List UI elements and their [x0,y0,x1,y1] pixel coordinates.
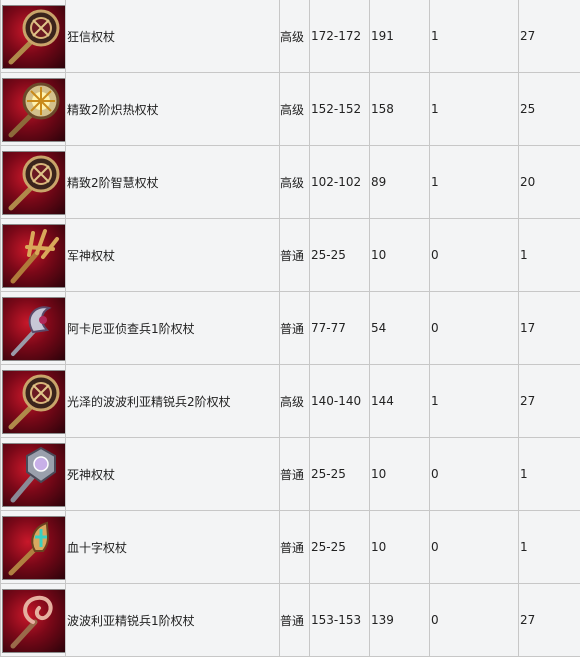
item-stat-2: 0 [429,291,519,365]
item-name: 军神权杖 [65,218,280,292]
item-name: 精致2阶智慧权杖 [65,145,280,219]
table-row[interactable]: 阿卡尼亚侦查兵1阶权杖 普通 77-77 54 0 17 [0,291,580,365]
item-stat-2: 0 [429,510,519,584]
item-icon-cell [0,218,66,292]
item-table-body: 狂信权杖 高级 172-172 191 1 27 精致2阶炽热权杖 高级 152… [0,0,580,657]
wooden-staff-icon [2,4,65,69]
item-stat-3: 1 [518,437,580,511]
table-row[interactable]: 精致2阶炽热权杖 高级 152-152 158 1 25 [0,72,580,146]
crescent-staff-icon [2,296,65,361]
item-damage: 77-77 [309,291,370,365]
item-icon-cell [0,583,66,657]
item-name: 狂信权杖 [65,0,280,73]
item-stat-3: 17 [518,291,580,365]
item-icon-cell [0,364,66,438]
item-name: 阿卡尼亚侦查兵1阶权杖 [65,291,280,365]
item-name: 死神权杖 [65,437,280,511]
item-table: 狂信权杖 高级 172-172 191 1 27 精致2阶炽热权杖 高级 152… [0,0,580,657]
item-damage: 25-25 [309,218,370,292]
item-damage: 25-25 [309,510,370,584]
item-stat-3: 27 [518,364,580,438]
item-stat-2: 1 [429,145,519,219]
item-stat-1: 54 [369,291,430,365]
sun-staff-icon [2,77,65,142]
item-grade: 普通 [279,291,310,365]
item-damage: 140-140 [309,364,370,438]
item-icon-cell [0,0,66,73]
item-icon-cell [0,145,66,219]
silver-staff-icon [2,442,65,507]
item-damage: 102-102 [309,145,370,219]
item-stat-1: 10 [369,510,430,584]
item-grade: 高级 [279,145,310,219]
item-grade: 普通 [279,583,310,657]
item-stat-1: 191 [369,0,430,73]
item-icon-cell [0,291,66,365]
item-icon-cell [0,437,66,511]
table-row[interactable]: 血十字权杖 普通 25-25 10 0 1 [0,510,580,584]
item-stat-1: 10 [369,437,430,511]
item-stat-2: 1 [429,364,519,438]
item-damage: 172-172 [309,0,370,73]
item-stat-3: 27 [518,0,580,73]
item-stat-1: 10 [369,218,430,292]
item-grade: 高级 [279,364,310,438]
item-stat-3: 27 [518,583,580,657]
item-stat-2: 0 [429,583,519,657]
item-grade: 高级 [279,72,310,146]
item-stat-2: 1 [429,0,519,73]
item-grade: 普通 [279,510,310,584]
item-stat-2: 1 [429,72,519,146]
item-stat-3: 25 [518,72,580,146]
table-row[interactable]: 死神权杖 普通 25-25 10 0 1 [0,437,580,511]
item-stat-3: 20 [518,145,580,219]
cross-staff-icon [2,515,65,580]
item-grade: 普通 [279,218,310,292]
item-name: 波波利亚精锐兵1阶权杖 [65,583,280,657]
spiral-staff-icon [2,588,65,653]
item-stat-2: 0 [429,218,519,292]
item-grade: 普通 [279,437,310,511]
item-name: 血十字权杖 [65,510,280,584]
item-stat-1: 144 [369,364,430,438]
item-stat-2: 0 [429,437,519,511]
claw-staff-icon [2,223,65,288]
table-row[interactable]: 精致2阶智慧权杖 高级 102-102 89 1 20 [0,145,580,219]
item-damage: 25-25 [309,437,370,511]
item-stat-3: 1 [518,510,580,584]
item-icon-cell [0,510,66,584]
item-name: 精致2阶炽热权杖 [65,72,280,146]
item-stat-3: 1 [518,218,580,292]
item-stat-1: 89 [369,145,430,219]
item-damage: 153-153 [309,583,370,657]
table-row[interactable]: 波波利亚精锐兵1阶权杖 普通 153-153 139 0 27 [0,583,580,657]
item-icon-cell [0,72,66,146]
table-row[interactable]: 狂信权杖 高级 172-172 191 1 27 [0,0,580,73]
item-stat-1: 139 [369,583,430,657]
item-name: 光泽的波波利亚精锐兵2阶权杖 [65,364,280,438]
table-row[interactable]: 军神权杖 普通 25-25 10 0 1 [0,218,580,292]
item-stat-1: 158 [369,72,430,146]
wooden-staff-icon [2,150,65,215]
wooden-staff-icon [2,369,65,434]
table-row[interactable]: 光泽的波波利亚精锐兵2阶权杖 高级 140-140 144 1 27 [0,364,580,438]
item-grade: 高级 [279,0,310,73]
item-damage: 152-152 [309,72,370,146]
